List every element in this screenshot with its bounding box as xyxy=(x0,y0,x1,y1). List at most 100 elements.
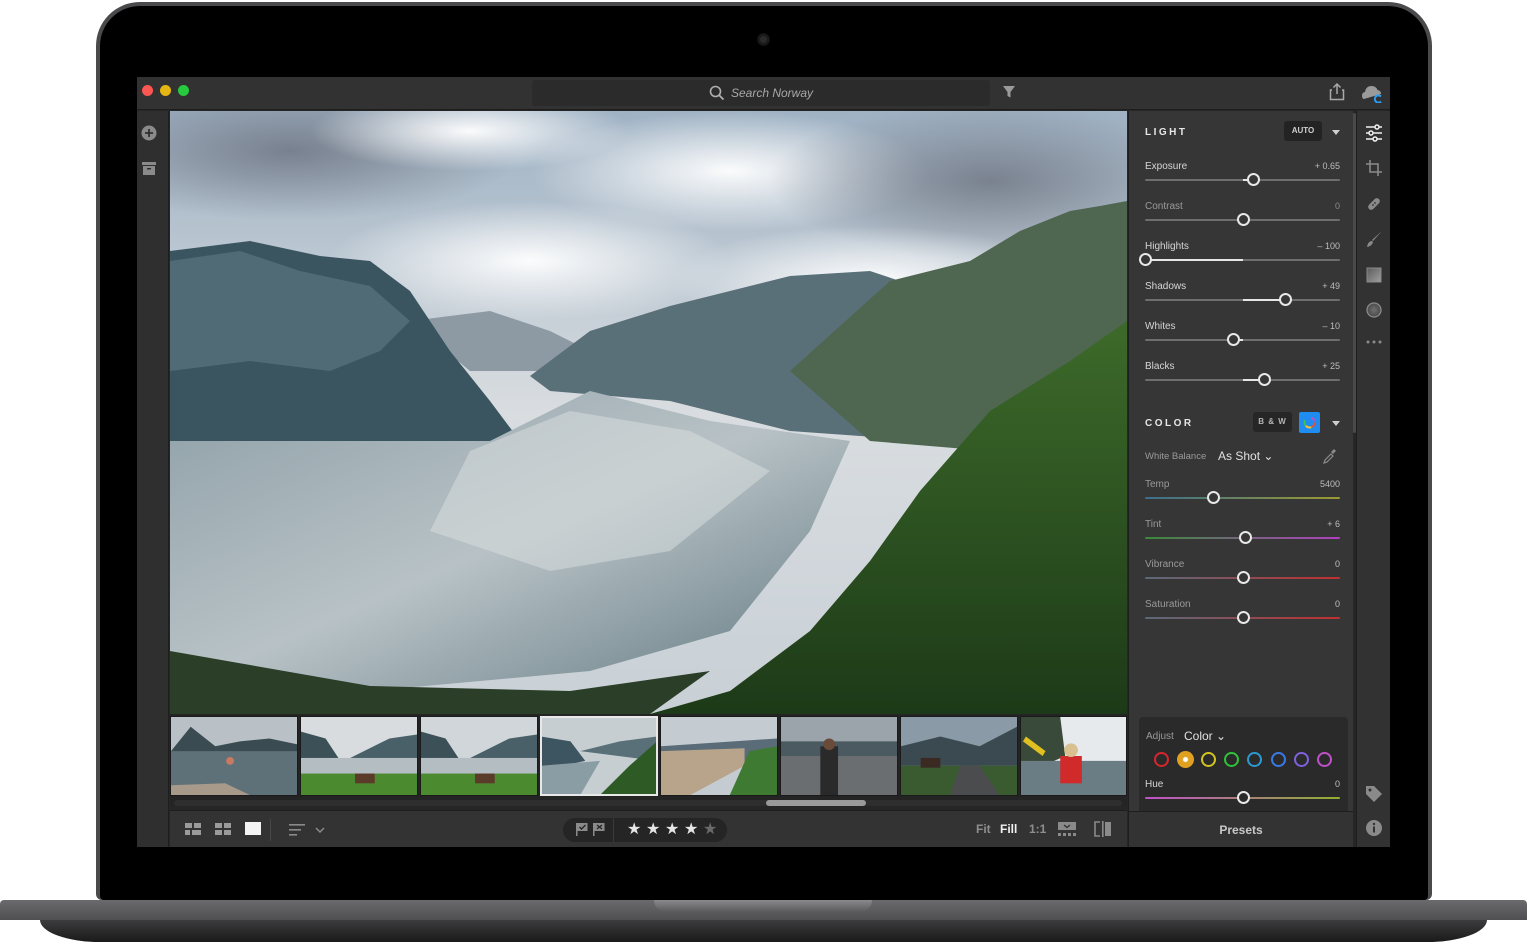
star-icon[interactable]: ★ xyxy=(627,821,641,839)
share-icon[interactable] xyxy=(1329,83,1345,101)
archive-icon[interactable] xyxy=(141,160,157,176)
slider-value: 0 xyxy=(1334,559,1340,569)
crop-icon[interactable] xyxy=(1365,159,1383,177)
square-grid-icon[interactable] xyxy=(185,823,201,835)
main-photo[interactable] xyxy=(170,111,1127,714)
slider-knob[interactable] xyxy=(1236,571,1250,584)
presets-button[interactable]: Presets xyxy=(1128,811,1353,847)
slider-vibrance: Vibrance 0 xyxy=(1145,559,1340,595)
laptop-base-bottom xyxy=(40,920,1487,942)
zoom-1to1-button[interactable]: 1:1 xyxy=(1029,822,1046,836)
close-button[interactable] xyxy=(142,85,153,96)
slider-knob[interactable] xyxy=(1226,333,1240,346)
slider-track[interactable] xyxy=(1145,293,1340,306)
filmstrip-toggle-icon[interactable] xyxy=(1058,822,1076,836)
slider-knob[interactable] xyxy=(1139,253,1152,266)
sort-icon[interactable] xyxy=(289,823,305,837)
swatch-magenta[interactable] xyxy=(1317,752,1333,767)
chevron-down-icon[interactable] xyxy=(315,826,325,834)
linear-gradient-icon[interactable] xyxy=(1365,266,1383,284)
keyword-tag-icon[interactable] xyxy=(1365,785,1383,803)
color-collapse-icon[interactable] xyxy=(1332,421,1340,426)
swatch-blue[interactable] xyxy=(1270,752,1286,767)
slider-exposure: Exposure + 0.65 xyxy=(1145,161,1340,197)
swatch-purple[interactable] xyxy=(1293,752,1309,767)
before-after-icon[interactable] xyxy=(1094,821,1112,837)
filter-icon[interactable] xyxy=(1002,85,1016,99)
thumb-fjord-jump[interactable] xyxy=(170,716,298,796)
color-mixer-button[interactable] xyxy=(1299,412,1320,433)
swatch-green[interactable] xyxy=(1223,752,1239,767)
creative-cloud-icon[interactable] xyxy=(1361,83,1383,103)
swatch-aqua[interactable] xyxy=(1247,752,1263,767)
star-icon[interactable]: ★ xyxy=(684,821,698,839)
webcam xyxy=(758,34,769,45)
zoom-button[interactable] xyxy=(178,85,189,96)
slider-knob[interactable] xyxy=(1207,491,1221,504)
star-icon[interactable]: ★ xyxy=(703,821,717,839)
zoom-fill-button[interactable]: Fill xyxy=(1000,822,1017,836)
thumb-image xyxy=(661,717,777,795)
adjust-label: Adjust xyxy=(1146,731,1174,742)
slider-track[interactable] xyxy=(1145,531,1340,544)
light-collapse-icon[interactable] xyxy=(1332,130,1340,135)
adjust-dropdown[interactable]: Color ⌄ xyxy=(1184,729,1226,743)
slider-contrast: Contrast 0 xyxy=(1145,201,1340,237)
eyedropper-icon[interactable] xyxy=(1323,448,1337,464)
zoom-fit-button[interactable]: Fit xyxy=(976,822,991,836)
auto-button[interactable]: AUTO xyxy=(1284,121,1322,141)
thumb-image xyxy=(171,717,297,795)
slider-track[interactable] xyxy=(1139,253,1340,266)
thumb-fjord-farm-1[interactable] xyxy=(300,716,418,796)
swatch-orange[interactable] xyxy=(1177,751,1195,768)
slider-track[interactable] xyxy=(1145,791,1340,804)
slider-knob[interactable] xyxy=(1236,611,1250,624)
thumb-image xyxy=(421,717,537,795)
single-view-icon[interactable] xyxy=(245,822,261,835)
slider-knob[interactable] xyxy=(1257,373,1271,386)
more-icon[interactable] xyxy=(1365,333,1383,351)
slider-track[interactable] xyxy=(1145,491,1340,504)
white-balance-dropdown[interactable]: As Shot ⌄ xyxy=(1218,449,1273,463)
thumb-viewpoint-platform[interactable] xyxy=(660,716,778,796)
minimize-button[interactable] xyxy=(160,85,171,96)
thumb-image xyxy=(901,717,1017,795)
star-icon[interactable]: ★ xyxy=(646,821,660,839)
thumb-man-on-bridge[interactable] xyxy=(780,716,898,796)
thumb-kayaker[interactable] xyxy=(1020,716,1127,796)
slider-knob[interactable] xyxy=(1236,791,1250,804)
slider-knob[interactable] xyxy=(1247,173,1261,186)
black-and-white-button[interactable]: B & W xyxy=(1253,412,1292,432)
search-placeholder: Search Norway xyxy=(730,86,814,100)
photo-grid-icon[interactable] xyxy=(215,823,231,835)
slider-track[interactable] xyxy=(1145,173,1340,186)
slider-track[interactable] xyxy=(1145,213,1340,226)
slider-saturation: Saturation 0 xyxy=(1145,599,1340,635)
thumb-image xyxy=(541,717,657,795)
brush-icon[interactable] xyxy=(1365,230,1383,248)
radial-gradient-icon[interactable] xyxy=(1365,301,1383,319)
thumb-mountain-road[interactable] xyxy=(900,716,1018,796)
slider-knob[interactable] xyxy=(1279,293,1293,306)
healing-icon[interactable] xyxy=(1365,195,1383,213)
slider-track[interactable] xyxy=(1145,611,1340,624)
pick-flag-icon[interactable] xyxy=(576,823,588,836)
slider-track[interactable] xyxy=(1145,373,1340,386)
info-icon[interactable] xyxy=(1365,819,1383,837)
swatch-red[interactable] xyxy=(1154,752,1169,767)
reject-flag-icon[interactable] xyxy=(593,823,605,836)
thumb-fjord-farm-2[interactable] xyxy=(420,716,538,796)
edit-sliders-icon[interactable] xyxy=(1365,124,1383,142)
slider-knob[interactable] xyxy=(1236,213,1250,226)
filmstrip-scrollbar-thumb[interactable] xyxy=(766,800,866,806)
filmstrip-scrollbar-track[interactable] xyxy=(174,800,1122,806)
search-field[interactable]: Search Norway xyxy=(532,80,990,106)
swatch-yellow[interactable] xyxy=(1200,752,1216,767)
slider-highlights: Highlights – 100 xyxy=(1139,241,1340,277)
thumb-fjord-overlook[interactable] xyxy=(540,716,658,796)
star-icon[interactable]: ★ xyxy=(665,821,679,839)
slider-knob[interactable] xyxy=(1239,531,1253,544)
slider-track[interactable] xyxy=(1145,571,1340,584)
add-photos-icon[interactable] xyxy=(141,125,157,141)
slider-track[interactable] xyxy=(1145,333,1340,346)
